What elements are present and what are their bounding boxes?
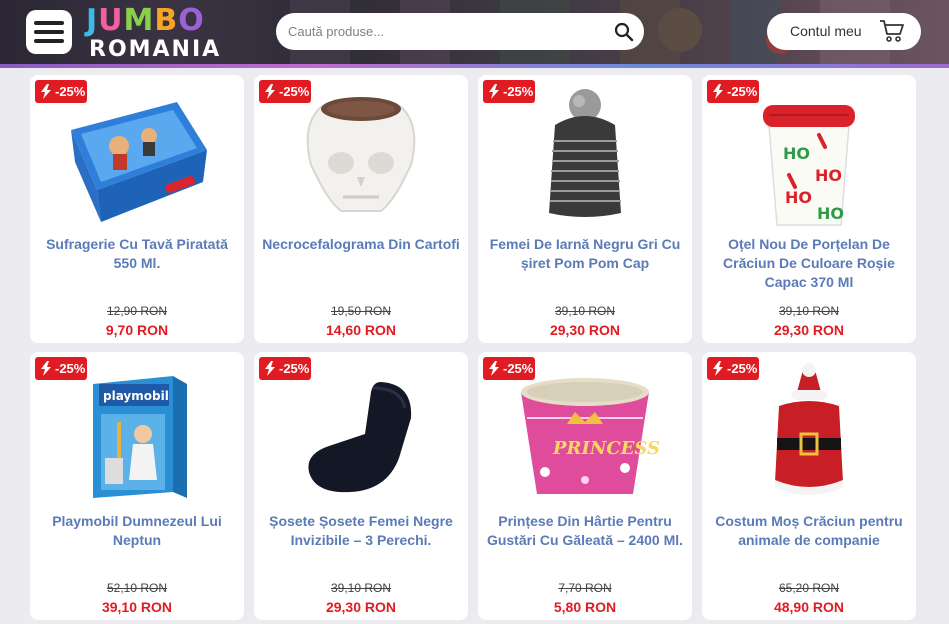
old-price: 7,70 RON [558, 581, 612, 595]
logo-wordmark: JUMBO [86, 3, 205, 38]
product-card[interactable]: -25% Șosete Șosete Femei Negre Invizibil… [254, 352, 468, 620]
product-card[interactable]: -25% Necrocefalograma Din Cartofi 19,50 … [254, 75, 468, 343]
product-title[interactable]: Sufragerie Cu Tavă Piratată 550 Ml. [38, 235, 236, 273]
sale-price: 39,10 RON [101, 599, 173, 615]
lightning-icon [41, 84, 51, 99]
lightning-icon [489, 84, 499, 99]
sale-price: 48,90 RON [773, 599, 845, 615]
product-card[interactable]: -25% playmobil Playmobil Dumnezeul Lui N… [30, 352, 244, 620]
site-header: JUMBO ROMANIA Contul meu [0, 0, 949, 68]
lightning-icon [265, 361, 275, 376]
lightning-icon [713, 361, 723, 376]
svg-text:HO: HO [783, 144, 810, 163]
account-label: Contul meu [790, 23, 862, 39]
santa-pet-costume-image[interactable] [729, 362, 889, 507]
product-title[interactable]: Oțel Nou De Porțelan De Crăciun De Culoa… [710, 235, 908, 292]
account-button[interactable]: Contul meu [767, 13, 921, 50]
blue-lunch-box-image[interactable] [57, 85, 217, 230]
old-price: 39,10 RON [778, 304, 840, 318]
search-icon[interactable] [614, 22, 634, 42]
svg-text:PRINCESS: PRINCESS [552, 438, 660, 459]
hamburger-menu-button[interactable] [26, 10, 72, 54]
search-input[interactable] [288, 13, 608, 50]
old-price: 39,10 RON [554, 304, 616, 318]
old-price: 65,20 RON [778, 581, 840, 595]
lightning-icon [41, 361, 51, 376]
product-card[interactable]: -25% PRINCESS Prințese Din Hârtie Pentru… [478, 352, 692, 620]
logo-subtitle: ROMANIA [89, 37, 222, 62]
product-title[interactable]: Playmobil Dumnezeul Lui Neptun [38, 512, 236, 550]
svg-text:HO: HO [785, 188, 812, 207]
sale-price: 29,30 RON [549, 322, 621, 338]
product-title[interactable]: Costum Moș Crăciun pentru animale de com… [710, 512, 908, 550]
product-card[interactable]: -25% Femei De Iarnă Negru Gri Cu șiret P… [478, 75, 692, 343]
sale-price: 29,30 RON [325, 599, 397, 615]
product-title[interactable]: Necrocefalograma Din Cartofi [262, 235, 460, 254]
menu-line [34, 39, 64, 43]
black-sock-image[interactable] [281, 362, 441, 507]
menu-line [34, 21, 64, 25]
knit-beanie-image[interactable] [505, 85, 665, 230]
product-card[interactable]: -25% Sufragerie Cu Tavă Piratată 550 Ml.… [30, 75, 244, 343]
old-price: 19,50 RON [330, 304, 392, 318]
sale-price: 29,30 RON [773, 322, 845, 338]
lightning-icon [265, 84, 275, 99]
sale-price: 14,60 RON [325, 322, 397, 338]
white-skull-pot-image[interactable] [281, 85, 441, 230]
product-card[interactable]: -25% Costum Moș Crăciun pentru animale d… [702, 352, 916, 620]
product-title[interactable]: Prințese Din Hârtie Pentru Gustări Cu Gă… [486, 512, 684, 550]
svg-text:HO: HO [815, 166, 842, 185]
product-card[interactable]: -25% HO HO HO HO Oțel Nou De Porțelan De Cr… [702, 75, 916, 343]
old-price: 52,10 RON [106, 581, 168, 595]
menu-line [34, 30, 64, 34]
lightning-icon [489, 361, 499, 376]
sale-price: 5,80 RON [553, 599, 617, 615]
svg-text:HO: HO [817, 204, 844, 223]
product-title[interactable]: Șosete Șosete Femei Negre Invizibile – 3… [262, 512, 460, 550]
princess-bucket-image[interactable]: PRINCESS [505, 362, 665, 507]
shopping-cart-icon[interactable] [879, 19, 905, 43]
playmobil-box-image[interactable]: playmobil [57, 362, 217, 507]
lightning-icon [713, 84, 723, 99]
sale-price: 9,70 RON [105, 322, 169, 338]
search-bar [276, 13, 644, 50]
old-price: 12,90 RON [106, 304, 168, 318]
christmas-mug-image[interactable]: HOHOHOHO [729, 85, 889, 230]
header-accent-stripe [0, 64, 949, 68]
svg-text:playmobil: playmobil [103, 389, 169, 403]
old-price: 39,10 RON [330, 581, 392, 595]
site-logo[interactable]: JUMBO ROMANIA [86, 4, 236, 64]
product-title[interactable]: Femei De Iarnă Negru Gri Cu șiret Pom Po… [486, 235, 684, 273]
